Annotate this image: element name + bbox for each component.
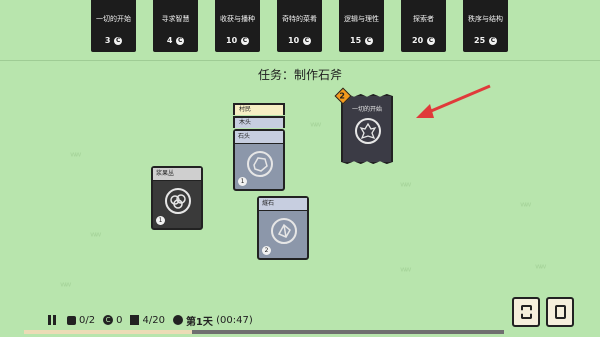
booster-title: 一切的开始 [351,106,382,113]
grass-decoration: ʷʷ [310,120,321,135]
pack-name: 逻辑与理性 [344,15,379,23]
pack-name: 奇特的菜肴 [282,15,317,23]
pack-cost: 25 C [474,36,497,45]
pack-slot[interactable]: 逻辑与理性 15 C [339,0,384,52]
card-title: 石头 [235,131,283,144]
pack-name: 探索者 [413,15,434,23]
coin-icon: C [302,36,311,45]
pack-cost: 3 C [104,36,123,45]
coin-icon: C [488,36,497,45]
food-icon [67,315,76,325]
booster-art-icon [355,118,381,144]
grass-decoration: ʷʷ [400,180,411,195]
day-progress-bar [24,330,504,334]
coin-icon: C [176,36,185,45]
card-berry-bush[interactable]: 浆果丛 1 [151,166,203,230]
pause-button[interactable] [48,315,59,325]
grass-decoration: ʷʷ [535,262,546,277]
cards-icon [130,315,140,325]
grass-decoration: ʷʷ [520,200,531,215]
grass-decoration: ʷʷ [60,280,71,295]
grass-decoration: ʷʷ [400,265,411,280]
pack-slot[interactable]: 寻求智慧 4 C [153,0,198,52]
ideas-button[interactable] [512,297,540,327]
pack-name: 一切的开始 [96,15,131,23]
pack-name: 收获与播种 [220,15,255,23]
card-villager[interactable]: 村民 [233,103,285,115]
card-flint[interactable]: 燧石 2 [257,196,309,260]
card-stone[interactable]: 石头 1 [233,129,285,191]
card-title: 浆果丛 [153,168,201,181]
card-title: 燧石 [259,198,307,211]
pack-slot[interactable]: 收获与播种 10 C [215,0,260,52]
pause-icon [48,315,56,325]
booster-pack[interactable]: 一切的开始 [341,94,393,164]
pack-cost: 4 C [166,36,185,45]
coin-counter: C0 [103,315,122,326]
status-bar: 0/2 C0 4/20 第1天 (00:47) [48,312,261,328]
coin-icon: C [426,36,435,45]
card-count: 2 [262,246,271,255]
ideas-icon [521,305,532,319]
card-count: 1 [156,216,165,225]
day-counter: 第1天 (00:47) [172,313,253,328]
berry-bush-icon [165,188,191,214]
coin-icon: C [240,36,249,45]
pack-cost: 10 C [226,36,249,45]
pack-slot[interactable]: 秩序与结构 25 C [463,0,508,52]
card-count: 1 [238,177,247,186]
card-wood[interactable]: 木头 [233,116,285,128]
stone-icon [247,151,273,177]
moon-icon [172,315,183,325]
pack-name: 秩序与结构 [468,15,503,23]
flint-icon [271,218,297,244]
pack-slot[interactable]: 奇特的菜肴 10 C [277,0,322,52]
pack-shop: 一切的开始 3 C 寻求智慧 4 C 收获与播种 10 C 奇特的菜肴 10 C… [91,0,511,54]
pack-cost: 20 C [412,36,435,45]
food-counter: 0/2 [67,315,95,326]
day-progress-fill [24,330,192,334]
board-divider [0,60,600,61]
grass-decoration: ʷʷ [90,230,101,245]
coin-icon: C [114,36,123,45]
pack-slot[interactable]: 一切的开始 3 C [91,0,136,52]
pack-cost: 15 C [350,36,373,45]
tutorial-arrow-icon [416,84,491,118]
card-book-button[interactable] [546,297,574,327]
grass-decoration: ʷʷ [70,150,81,165]
quest-title: 任务：制作石斧 [257,68,342,82]
card-book-icon [555,305,566,319]
card-counter: 4/20 [130,315,165,326]
pack-slot[interactable]: 探索者 20 C [401,0,446,52]
pack-cost: 10 C [288,36,311,45]
pack-name: 寻求智慧 [161,15,190,23]
coin-icon: C [364,36,373,45]
coin-icon: C [103,315,114,325]
